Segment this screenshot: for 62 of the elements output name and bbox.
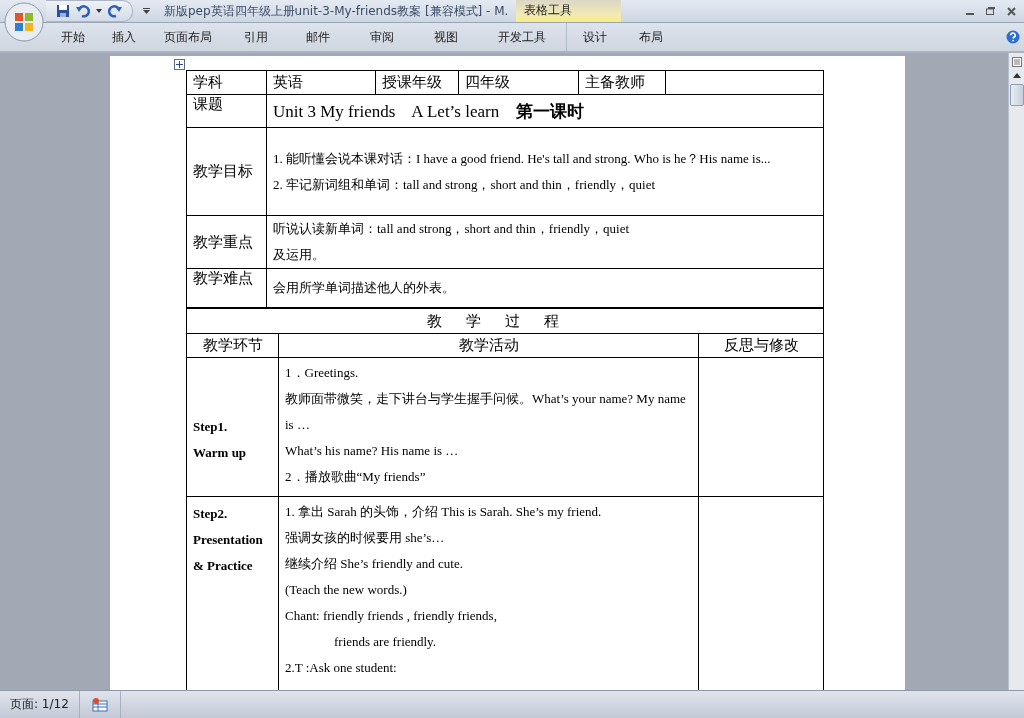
table-cell: 学科: [186, 70, 267, 95]
step-name: Step1.: [193, 418, 229, 436]
objective-line: 2. 牢记新词组和单词：tall and strong，short and thin，friendly，quiet: [273, 175, 656, 194]
table-cell: 英语: [266, 70, 376, 95]
table-view-icon[interactable]: [91, 697, 108, 712]
page-count[interactable]: 页面: 1/12: [0, 691, 80, 718]
window-title: 新版pep英语四年级上册unit-3-My-friends教案 [兼容模式] - M.: [164, 2, 510, 20]
help-icon[interactable]: [1006, 30, 1020, 44]
objective-line: 1. 能听懂会说本课对话：I have a good friend. He's tall and strong. Who is he？His name is...: [273, 149, 772, 168]
ribbon-tab[interactable]: 插入: [98, 23, 150, 51]
ruler-toggle-icon[interactable]: [1011, 57, 1022, 67]
redo-icon[interactable]: [108, 4, 122, 18]
activity-line: 1．Greetings.: [285, 364, 360, 382]
ribbon-tab[interactable]: 页面布局: [150, 23, 226, 51]
scroll-up-arrow-icon[interactable]: [1012, 73, 1021, 78]
context-tab-group-label: 表格工具: [516, 0, 621, 22]
table-cell: Unit 3 My friends A Let’s learn 第一课时: [266, 94, 824, 128]
activity-line: 继续介绍 She’s friendly and cute.: [285, 555, 464, 573]
table-cell: 教学重点: [186, 215, 267, 269]
activity-line: 教师面带微笑，走下讲台与学生握手问候。What’s your name? My name is …: [285, 390, 687, 434]
activity-line: Chant: friendly friends , friendly friends,: [285, 607, 498, 625]
step-name: Presentation: [193, 531, 264, 549]
scrollbar-thumb[interactable]: [1009, 84, 1024, 106]
ribbon-tab[interactable]: 开始: [48, 23, 98, 51]
activity-line: 2．播放歌曲“My friends”: [285, 468, 427, 486]
ribbon-tab[interactable]: 引用: [226, 23, 286, 51]
ribbon-tab[interactable]: 布局: [623, 23, 679, 51]
ribbon-tab[interactable]: 设计: [566, 23, 623, 51]
close-icon[interactable]: [1007, 6, 1016, 16]
table-cell: 主备教师: [578, 70, 666, 95]
step-name: Warm up: [193, 444, 248, 462]
ribbon-tab[interactable]: 审阅: [350, 23, 414, 51]
table-cell: 授课年级: [375, 70, 459, 95]
ribbon-tab[interactable]: 视图: [414, 23, 478, 51]
table-cell-empty[interactable]: [665, 70, 824, 95]
dropdown-arrow-icon[interactable]: [96, 9, 102, 13]
step-name: & Practice: [193, 557, 254, 575]
table-cell: 教学难点: [186, 268, 267, 308]
activity-line: 1. 拿出 Sarah 的头饰，介绍 This is Sarah. She’s my friend.: [285, 503, 603, 521]
activity-line: What’s his name? His name is …: [285, 442, 460, 460]
table-cell: 会用所学单词描述他人的外表。: [266, 268, 824, 308]
step-name: Step2.: [193, 505, 229, 523]
customize-arrow-icon[interactable]: [143, 8, 150, 14]
key-point-line: 及运用。: [273, 246, 326, 264]
table-move-handle-icon[interactable]: [174, 59, 185, 70]
ribbon-tab[interactable]: 开发工具: [478, 23, 566, 51]
section-heading: 教学过程: [186, 308, 824, 334]
activity-line: 强调女孩的时候要用 she’s…: [285, 529, 446, 547]
activity-line: (Teach the new words.): [285, 581, 408, 599]
ribbon-tab[interactable]: 邮件: [286, 23, 350, 51]
table-cell: 课题: [186, 94, 267, 128]
table-cell: 教学目标: [186, 127, 267, 216]
activity-line: friends are friendly.: [333, 633, 438, 651]
column-header: 教学活动: [278, 333, 699, 358]
activity-line: 2.T :Ask one student:: [285, 659, 398, 677]
undo-icon[interactable]: [76, 4, 90, 18]
table-cell: 四年级: [458, 70, 579, 95]
save-icon[interactable]: [56, 4, 70, 18]
key-point-line: 听说认读新单词：tall and strong，short and thin，friendly，quiet: [273, 220, 630, 238]
restore-icon[interactable]: [986, 7, 995, 15]
column-header: 反思与修改: [698, 333, 824, 358]
column-header: 教学环节: [186, 333, 279, 358]
